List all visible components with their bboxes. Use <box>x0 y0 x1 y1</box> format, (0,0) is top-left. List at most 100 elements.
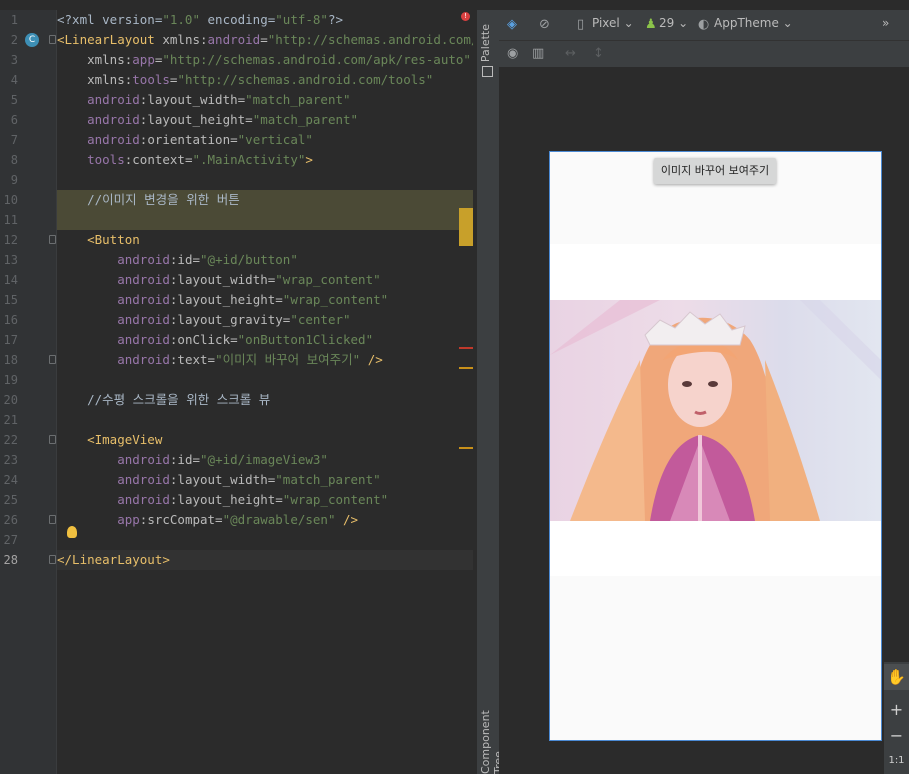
more-actions-button[interactable]: » <box>882 16 889 30</box>
line-number: 3 <box>10 53 18 67</box>
code-token: "http://schemas.android.com/apk/res-auto… <box>162 52 471 67</box>
code-line[interactable]: android:layout_height="wrap_content" <box>57 290 473 310</box>
fold-marker[interactable] <box>49 435 56 444</box>
code-line[interactable]: <Button <box>57 230 473 250</box>
code-line[interactable]: <LinearLayout xmlns:android="http://sche… <box>57 30 473 50</box>
fold-marker[interactable] <box>49 515 56 524</box>
code-line[interactable] <box>57 210 473 230</box>
code-token: app <box>117 512 140 527</box>
code-line[interactable]: android:layout_height="wrap_content" <box>57 490 473 510</box>
resize-horizontal-icon[interactable]: ↔ <box>565 46 576 61</box>
tab-component-tree[interactable]: Component Tree <box>479 702 505 774</box>
code-token: :layout_width= <box>139 92 246 107</box>
code-token: encoding= <box>200 12 276 27</box>
tab-palette[interactable]: Palette <box>479 24 497 62</box>
code-line[interactable] <box>57 410 473 430</box>
code-line[interactable]: tools:context=".MainActivity"> <box>57 150 473 170</box>
code-token: "@+id/imageView3" <box>200 452 328 467</box>
code-token: android <box>117 272 170 287</box>
code-line[interactable]: app:srcCompat="@drawable/sen" /> <box>57 510 473 530</box>
line-number: 12 <box>3 233 18 247</box>
warning-marker[interactable] <box>459 208 473 246</box>
line-number: 15 <box>3 293 18 307</box>
line-number: 27 <box>3 533 18 547</box>
zoom-in-button[interactable]: + <box>884 700 909 719</box>
theme-selector[interactable]: AppTheme ⌄ <box>714 16 793 30</box>
resize-vertical-icon[interactable]: ↕ <box>593 46 604 61</box>
code-token: xmlns: <box>57 72 133 87</box>
code-token: /> <box>335 512 359 527</box>
code-line[interactable]: android:id="@+id/imageView3" <box>57 450 473 470</box>
code-line[interactable]: android:layout_height="match_parent" <box>57 110 473 130</box>
code-token: /> <box>360 352 383 367</box>
code-token: :context= <box>124 152 193 167</box>
line-number: 14 <box>3 273 18 287</box>
code-line[interactable] <box>57 170 473 190</box>
eye-icon[interactable]: ◉ <box>507 46 518 61</box>
code-line[interactable]: //이미지 변경을 위한 버튼 <box>57 190 473 210</box>
code-token: android <box>117 492 170 507</box>
device-selector[interactable]: Pixel ⌄ <box>592 16 634 30</box>
code-token: android <box>117 332 170 347</box>
device-preview[interactable]: 이미지 바꾸어 보여주기 <box>549 151 882 741</box>
code-line[interactable]: android:layout_width="match_parent" <box>57 470 473 490</box>
zoom-out-button[interactable]: − <box>884 726 909 745</box>
pan-hand-icon[interactable]: ✋ <box>884 664 909 690</box>
fold-marker[interactable] <box>49 235 56 244</box>
lightbulb-icon[interactable] <box>67 526 77 538</box>
code-line[interactable]: <ImageView <box>57 430 473 450</box>
design-secondary-toolbar: ◉ ▥ ↔ ↕ <box>499 41 909 67</box>
code-token: "center" <box>290 312 351 327</box>
code-token: :layout_height= <box>169 492 283 507</box>
blueprint-icon[interactable]: ▥ <box>532 46 544 61</box>
code-line[interactable]: android:id="@+id/button" <box>57 250 473 270</box>
line-number: 8 <box>10 153 18 167</box>
fold-marker[interactable] <box>49 355 56 364</box>
class-icon[interactable]: C <box>25 33 39 47</box>
warning-marker[interactable] <box>459 447 473 449</box>
android-icon: ♟ <box>645 17 657 32</box>
code-token: app <box>132 52 155 67</box>
code-line[interactable]: android:onClick="onButton1Clicked" <box>57 330 473 350</box>
line-number: 26 <box>3 513 18 527</box>
code-line[interactable]: android:layout_gravity="center" <box>57 310 473 330</box>
code-line[interactable]: //수평 스크롤을 위한 스크롤 뷰 <box>57 390 473 410</box>
code-token: ".MainActivity" <box>192 152 306 167</box>
zoom-actual-size-button[interactable]: 1:1 <box>884 755 909 766</box>
error-indicator-icon[interactable]: ! <box>461 12 470 21</box>
code-token: android <box>117 352 170 367</box>
code-line[interactable]: android:layout_width="match_parent" <box>57 90 473 110</box>
error-marker[interactable] <box>459 347 473 349</box>
line-number: 25 <box>3 493 18 507</box>
code-line[interactable]: android:layout_width="wrap_content" <box>57 270 473 290</box>
warning-marker[interactable] <box>459 367 473 369</box>
code-line[interactable]: xmlns:app="http://schemas.android.com/ap… <box>57 50 473 70</box>
code-line[interactable]: <?xml version="1.0" encoding="utf-8"?> <box>57 10 473 30</box>
editor-gutter: 1 2 3 4 5 6 7 8 9 10 11 12 13 14 15 16 17 18 19 20 21 22 23 24 2… <box>0 10 57 774</box>
preview-image-view[interactable] <box>550 244 881 576</box>
code-token: android <box>87 92 140 107</box>
fold-marker[interactable] <box>49 35 56 44</box>
palette-icon <box>482 66 493 77</box>
code-line[interactable] <box>57 370 473 390</box>
fold-marker[interactable] <box>49 555 56 564</box>
code-line[interactable]: xmlns:tools="http://schemas.android.com/… <box>57 70 473 90</box>
code-token: "wrap_content" <box>275 272 381 287</box>
layers-icon[interactable]: ◈ <box>507 17 517 32</box>
code-line[interactable] <box>57 530 473 550</box>
code-line[interactable]: </LinearLayout> <box>57 550 473 570</box>
preview-button[interactable]: 이미지 바꾸어 보여주기 <box>654 158 776 184</box>
code-editor[interactable]: <?xml version="1.0" encoding="utf-8"?> <L… <box>57 10 473 774</box>
api-level-selector[interactable]: 29 ⌄ <box>659 16 688 30</box>
code-line[interactable]: android:text="이미지 바꾸어 보여주기" /> <box>57 350 473 370</box>
orientation-icon[interactable]: ⊘ <box>539 17 550 32</box>
code-token: :layout_width= <box>169 272 276 287</box>
code-line[interactable]: android:orientation="vertical" <box>57 130 473 150</box>
line-number: 5 <box>10 93 18 107</box>
code-token: "match_parent" <box>275 472 381 487</box>
